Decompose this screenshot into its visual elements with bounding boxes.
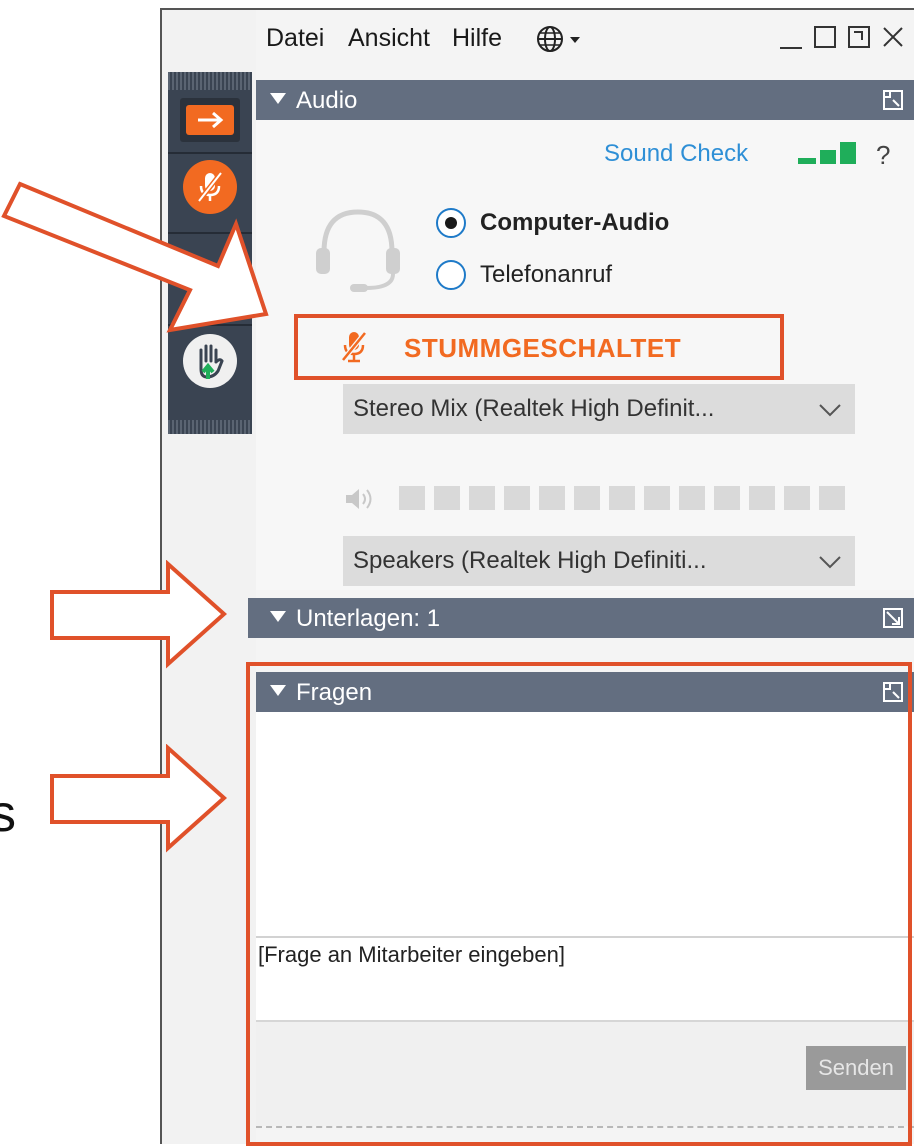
handouts-panel-header[interactable]: Unterlagen: 1 [248, 598, 914, 638]
raise-hand-button[interactable] [183, 334, 237, 388]
menu-help[interactable]: Hilfe [452, 24, 502, 53]
toolbar-grip[interactable] [168, 72, 252, 90]
collapse-triangle-icon [270, 93, 286, 104]
collapse-triangle-icon [270, 611, 286, 622]
raise-hand-icon [199, 344, 224, 379]
minimize-button[interactable] [776, 20, 806, 54]
close-icon [883, 27, 903, 47]
level-segment [679, 486, 705, 510]
signal-strength-icon [798, 142, 856, 164]
popout-icon[interactable] [882, 89, 904, 111]
phone-call-radio[interactable] [436, 260, 466, 290]
globe-icon [537, 26, 580, 52]
audio-help-button[interactable]: ? [876, 140, 890, 171]
questions-highlight [246, 662, 912, 1146]
speaker-device-value: Speakers (Realtek High Definiti... [353, 547, 707, 574]
phone-call-option[interactable]: Telefonanruf [436, 260, 612, 290]
computer-audio-label: Computer-Audio [480, 209, 670, 236]
level-segment [749, 486, 775, 510]
microphone-device-value: Stereo Mix (Realtek High Definit... [353, 395, 715, 422]
computer-audio-radio[interactable] [436, 208, 466, 238]
level-segment [609, 486, 635, 510]
menu-file[interactable]: Datei [266, 24, 324, 53]
microphone-device-select[interactable]: Stereo Mix (Realtek High Definit... [343, 384, 855, 434]
speaker-device-select[interactable]: Speakers (Realtek High Definiti... [343, 536, 855, 586]
annotation-arrow-mute [1, 181, 269, 333]
audio-panel-header[interactable]: Audio [256, 80, 914, 120]
mute-status-label: STUMMGESCHALTET [404, 333, 682, 363]
headset-icon [316, 209, 400, 292]
level-segment [504, 486, 530, 510]
annotation-arrow-questions [50, 744, 228, 853]
speaker-volume-icon [346, 489, 372, 509]
cropped-text: s [0, 785, 16, 843]
annotation-arrow-handouts [50, 560, 228, 669]
mute-status-highlight: STUMMGESCHALTET [294, 314, 784, 380]
chevron-down-icon [819, 556, 841, 569]
computer-audio-option[interactable]: Computer-Audio [436, 208, 669, 238]
restore-icon [848, 26, 870, 48]
level-segment [539, 486, 565, 510]
level-segment [784, 486, 810, 510]
minimize-icon [780, 47, 802, 49]
level-segment [714, 486, 740, 510]
level-segment [434, 486, 460, 510]
microphone-muted-icon [341, 331, 367, 363]
arrow-right-icon [198, 111, 224, 129]
level-segment [819, 486, 845, 510]
level-segment [469, 486, 495, 510]
maximize-icon [814, 26, 836, 48]
restore-button[interactable] [844, 20, 874, 54]
sound-check-link[interactable]: Sound Check [604, 140, 748, 168]
menu-view[interactable]: Ansicht [348, 24, 430, 53]
language-menu[interactable] [534, 24, 594, 54]
chevron-down-icon [819, 404, 841, 417]
window-controls [776, 20, 908, 54]
expand-icon[interactable] [882, 607, 904, 629]
phone-call-label: Telefonanruf [480, 261, 613, 288]
handouts-panel-title: Unterlagen: 1 [296, 605, 441, 632]
audio-panel-title: Audio [296, 87, 358, 114]
close-button[interactable] [878, 20, 908, 54]
collapse-panel-button[interactable] [180, 98, 240, 142]
level-segment [574, 486, 600, 510]
maximize-button[interactable] [810, 20, 840, 54]
level-segment [644, 486, 670, 510]
level-segment [399, 486, 425, 510]
